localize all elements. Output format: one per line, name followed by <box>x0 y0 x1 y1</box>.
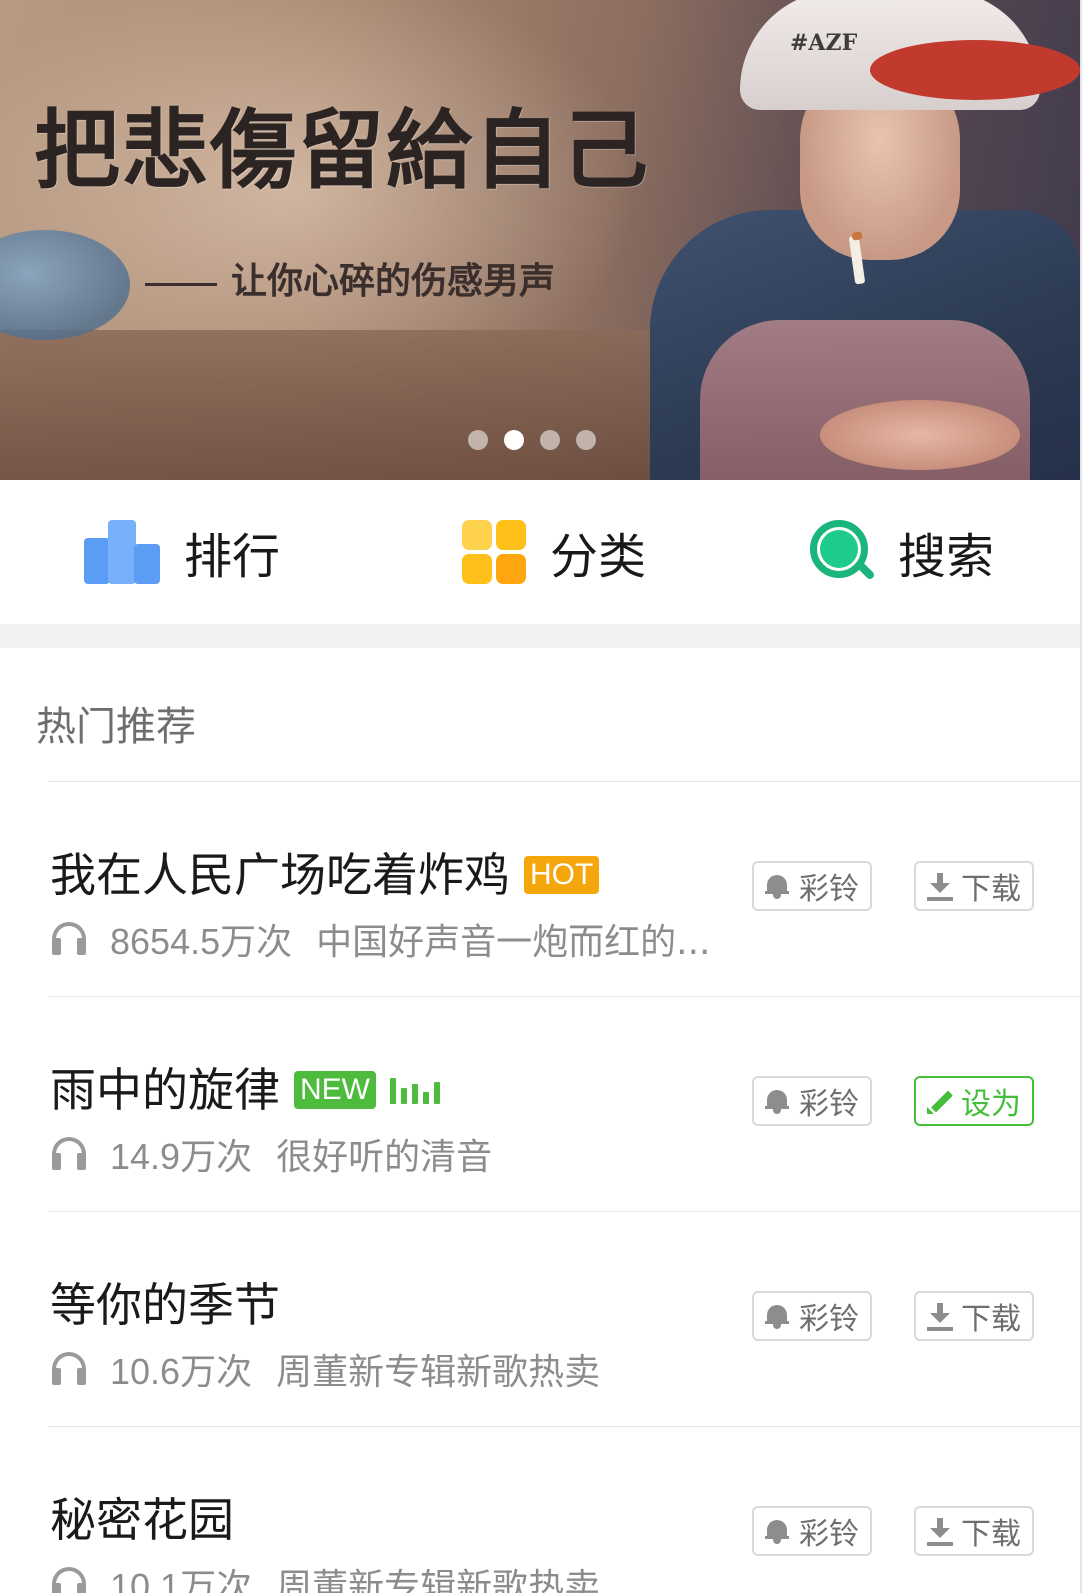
banner-subtitle: 让你心碎的伤感男声 <box>145 252 555 304</box>
nav-label-category: 分类 <box>550 529 647 585</box>
download-button[interactable]: 下载 <box>914 861 1034 911</box>
banner-hands <box>820 400 1020 470</box>
play-count: 10.6万次 <box>110 1351 253 1392</box>
search-icon <box>810 520 876 584</box>
ringtone-label: 彩铃 <box>799 1302 859 1337</box>
song-description: 周董新专辑新歌热卖 <box>276 1352 601 1393</box>
ringtone-label: 彩铃 <box>799 1087 859 1122</box>
nav-item-category[interactable]: 分类 <box>462 480 646 624</box>
song-row[interactable]: 等你的季节 10.6万次 周董新专辑新歌热卖 彩铃 下载 <box>0 1211 1080 1426</box>
download-button[interactable]: 下载 <box>914 1291 1034 1341</box>
song-title-line: 秘密花园 <box>50 1492 234 1548</box>
bell-icon <box>765 873 791 899</box>
app-page: #AZF 把悲傷留給自己 让你心碎的伤感男声 排行 分类 搜索 热门推荐 我在人… <box>0 0 1080 1593</box>
headphone-icon <box>52 1352 86 1386</box>
banner-cap-text: #AZF <box>790 30 858 56</box>
ranking-bars-icon <box>84 520 160 584</box>
song-row[interactable]: 我在人民广场吃着炸鸡 HOT 8654.5万次 中国好声音一炮而红的... 彩铃… <box>0 781 1080 996</box>
song-title: 秘密花园 <box>50 1493 234 1547</box>
nav-item-ranking[interactable]: 排行 <box>84 480 280 624</box>
new-badge: NEW <box>294 1071 376 1109</box>
nav-item-search[interactable]: 搜索 <box>810 480 994 624</box>
song-title-line: 我在人民广场吃着炸鸡 HOT <box>50 847 600 903</box>
row-divider <box>48 1211 1080 1212</box>
pencil-icon <box>927 1088 953 1114</box>
category-grid-icon <box>462 520 526 584</box>
row-divider <box>48 1426 1080 1427</box>
download-icon <box>927 873 953 901</box>
song-meta: 10.6万次 周董新专辑新歌热卖 <box>52 1343 712 1395</box>
carousel-dot-4[interactable] <box>576 430 596 450</box>
carousel-dot-1[interactable] <box>468 430 488 450</box>
ringtone-button[interactable]: 彩铃 <box>752 1291 872 1341</box>
headphone-icon <box>52 1137 86 1171</box>
ringtone-button[interactable]: 彩铃 <box>752 1506 872 1556</box>
playing-equalizer-icon <box>390 1076 440 1104</box>
download-label: 下载 <box>961 872 1021 907</box>
download-label: 下载 <box>961 1517 1021 1552</box>
play-count: 14.9万次 <box>110 1136 253 1177</box>
carousel-dot-2[interactable] <box>504 430 524 450</box>
banner-cap-brim <box>870 40 1080 100</box>
set-label: 设为 <box>961 1087 1021 1122</box>
nav-label-search: 搜索 <box>898 529 995 585</box>
banner-table <box>0 330 760 480</box>
song-title: 雨中的旋律 <box>50 1063 280 1117</box>
headphone-icon <box>52 1567 86 1593</box>
section-title: 热门推荐 <box>36 704 196 750</box>
song-description: 中国好声音一炮而红的... <box>316 922 711 963</box>
ringtone-label: 彩铃 <box>799 1517 859 1552</box>
category-nav: 排行 分类 搜索 <box>0 480 1080 624</box>
ringtone-button[interactable]: 彩铃 <box>752 1076 872 1126</box>
play-count: 10.1万次 <box>110 1566 253 1593</box>
banner-carousel[interactable]: #AZF 把悲傷留給自己 让你心碎的伤感男声 <box>0 0 1080 480</box>
song-meta: 8654.5万次 中国好声音一炮而红的... <box>52 913 712 965</box>
banner-title: 把悲傷留給自己 <box>34 100 650 201</box>
song-title-line: 雨中的旋律 NEW <box>50 1062 440 1118</box>
carousel-indicator <box>468 430 596 450</box>
bell-icon <box>765 1518 791 1544</box>
bell-icon <box>765 1088 791 1114</box>
play-count: 8654.5万次 <box>110 921 293 962</box>
headphone-icon <box>52 922 86 956</box>
nav-label-ranking: 排行 <box>184 529 281 585</box>
download-icon <box>927 1518 953 1546</box>
row-divider <box>48 781 1080 782</box>
song-row[interactable]: 秘密花园 10.1万次 周董新专辑新歌热卖 彩铃 下载 <box>0 1426 1080 1593</box>
download-icon <box>927 1303 953 1331</box>
carousel-dot-3[interactable] <box>540 430 560 450</box>
song-meta: 14.9万次 很好听的清音 <box>52 1128 712 1180</box>
section-divider <box>0 624 1080 648</box>
song-description: 周董新专辑新歌热卖 <box>276 1567 601 1593</box>
song-title-line: 等你的季节 <box>50 1277 280 1333</box>
download-button[interactable]: 下载 <box>914 1506 1034 1556</box>
song-title: 我在人民广场吃着炸鸡 <box>50 848 510 902</box>
song-title: 等你的季节 <box>50 1278 280 1332</box>
row-divider <box>48 996 1080 997</box>
download-label: 下载 <box>961 1302 1021 1337</box>
bell-icon <box>765 1303 791 1329</box>
ringtone-button[interactable]: 彩铃 <box>752 861 872 911</box>
ringtone-label: 彩铃 <box>799 872 859 907</box>
scrollbar-track[interactable] <box>1080 0 1089 1593</box>
song-row[interactable]: 雨中的旋律 NEW 14.9万次 很好听的清音 彩铃 设为 <box>0 996 1080 1211</box>
song-meta: 10.1万次 周董新专辑新歌热卖 <box>52 1558 712 1593</box>
song-description: 很好听的清音 <box>276 1137 493 1178</box>
set-ringtone-button[interactable]: 设为 <box>914 1076 1034 1126</box>
hot-badge: HOT <box>524 856 600 894</box>
